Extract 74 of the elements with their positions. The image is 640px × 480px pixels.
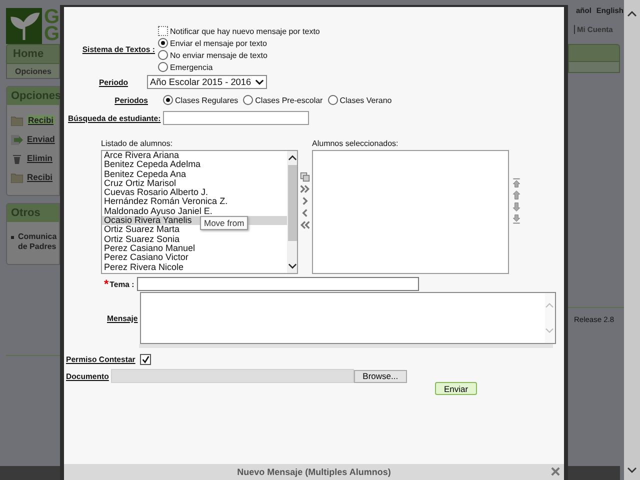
student-item[interactable]: Cuevas Rosario Alberto J. xyxy=(102,188,287,198)
student-list[interactable] xyxy=(101,150,298,274)
bullet-icon xyxy=(11,236,14,239)
chevron-up-icon[interactable] xyxy=(627,10,637,18)
arrow-down-icon[interactable] xyxy=(512,202,521,212)
required-asterisk: * xyxy=(104,279,109,289)
radio-button[interactable] xyxy=(163,95,173,105)
browse-button[interactable]: Browse... xyxy=(354,370,407,382)
dialog-title: Nuevo Mensaje (Multiples Alumnos) xyxy=(237,467,391,477)
radio-button[interactable] xyxy=(328,95,338,105)
chevron-down-icon[interactable] xyxy=(627,466,637,474)
chevron-up-icon[interactable] xyxy=(288,154,296,162)
arrow-to-top-icon[interactable] xyxy=(512,178,521,188)
submit-button[interactable]: Enviar xyxy=(435,382,477,395)
sidebar-item[interactable]: Elimin xyxy=(27,153,53,163)
radio-button[interactable] xyxy=(243,95,254,105)
student-item[interactable]: Arce Rivera Ariana xyxy=(102,151,287,160)
radio-button[interactable] xyxy=(158,38,168,48)
checkbox[interactable] xyxy=(140,354,152,365)
folder-icon xyxy=(11,173,23,183)
tooltip: Move from xyxy=(200,216,248,230)
logo-letter: G xyxy=(44,26,60,43)
radio-label: Emergencia xyxy=(170,62,213,72)
subject-field[interactable] xyxy=(137,277,420,291)
list-label: Listado de alumnos: xyxy=(101,138,174,150)
chevron-down-icon[interactable] xyxy=(288,262,296,270)
radio-button[interactable] xyxy=(158,50,168,60)
sidebar-item[interactable]: Enviad xyxy=(27,134,55,144)
panel-title: Opciones xyxy=(7,87,59,105)
nav-bar xyxy=(568,44,620,62)
radio-label: Clases Regulares xyxy=(175,96,238,104)
student-item[interactable]: Perez Casiano Victor xyxy=(102,253,287,263)
swap-icon[interactable] xyxy=(300,172,310,182)
sidebar-item[interactable]: Comunica de Padres xyxy=(18,232,58,252)
folder-icon xyxy=(11,116,23,126)
search-field[interactable] xyxy=(162,111,309,125)
arrow-icon xyxy=(11,135,23,145)
logo-letter: G xyxy=(44,9,60,26)
chevron-down-icon xyxy=(255,79,264,85)
close-icon[interactable] xyxy=(551,467,560,476)
student-item[interactable]: Benitez Cepeda Ana xyxy=(102,170,287,179)
scrollbar[interactable] xyxy=(287,151,297,273)
sidebar-item[interactable]: Recibi xyxy=(27,172,53,182)
sidebar-item[interactable]: Recibi xyxy=(27,115,55,125)
arrow-to-bottom-icon[interactable] xyxy=(512,214,521,224)
arrow-up-icon[interactable] xyxy=(512,190,521,200)
checkbox-label: Notificar que hay nuevo mensaje por texto xyxy=(170,26,320,36)
selected-student-list[interactable] xyxy=(312,150,509,274)
panel xyxy=(568,62,620,73)
scrollbar[interactable] xyxy=(624,0,640,480)
chevron-right-icon[interactable] xyxy=(300,196,310,206)
chevron-left-icon[interactable] xyxy=(300,208,310,218)
student-item[interactable]: Maldonado Ayuso Janiel E. xyxy=(102,206,287,216)
file-path-field[interactable] xyxy=(110,369,354,383)
trash-icon xyxy=(11,154,23,164)
student-item[interactable]: Hernández Román Veronica Z. xyxy=(102,197,287,207)
radio-button[interactable] xyxy=(158,62,168,72)
leaf-logo-icon xyxy=(6,8,42,44)
student-item[interactable]: Cruz Ortiz Marisol xyxy=(102,178,287,188)
period-dropdown[interactable]: Año Escolar 2015 - 2016 xyxy=(147,75,268,89)
list-label: Alumnos seleccionados: xyxy=(312,138,400,150)
student-item[interactable]: Ortiz Suarez Sonia xyxy=(102,234,287,244)
student-item[interactable]: Perez Casiano Manuel xyxy=(102,244,287,254)
student-item[interactable]: Benitez Cepeda Adelma xyxy=(102,160,287,170)
scrollbar-thumb[interactable] xyxy=(288,165,296,241)
student-item[interactable]: Perez Rivera Nicole xyxy=(102,262,287,272)
radio-label: Clases Pre-escolar xyxy=(255,96,323,104)
double-chevron-right-icon[interactable] xyxy=(300,184,310,194)
radio-label: Clases Verano xyxy=(340,96,392,104)
radio-label: No enviar mensaje de texto xyxy=(170,50,268,60)
checkbox[interactable] xyxy=(158,26,168,36)
radio-label: Enviar el mensaje por texto xyxy=(170,38,267,48)
resize-handle[interactable] xyxy=(139,344,553,348)
double-chevron-left-icon[interactable] xyxy=(300,220,310,230)
